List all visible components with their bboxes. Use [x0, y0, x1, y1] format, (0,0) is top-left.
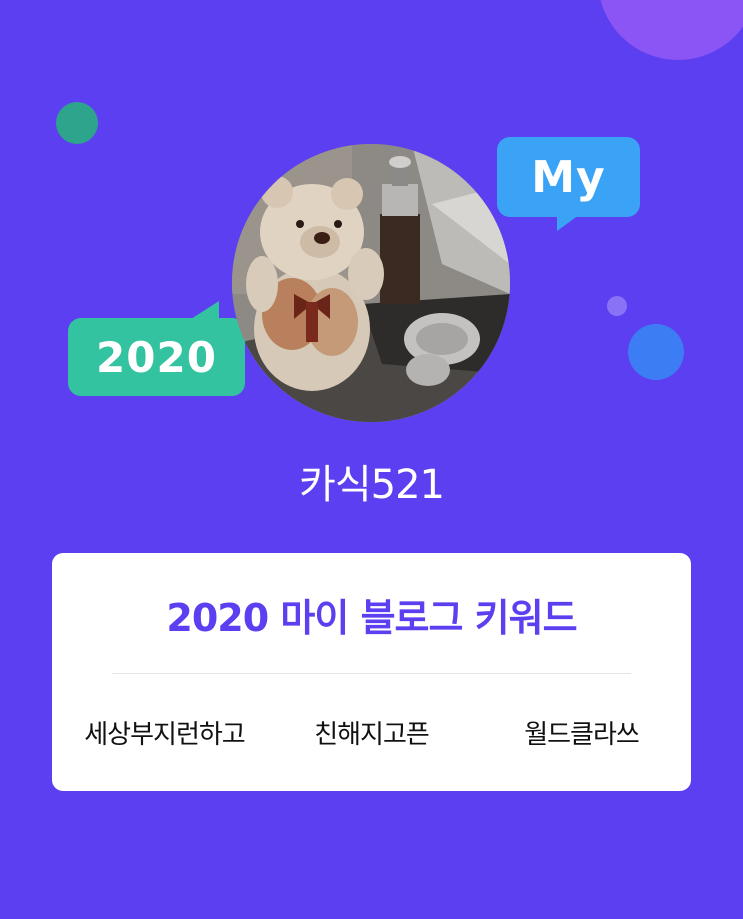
my-bubble-label: My: [531, 151, 606, 203]
decorative-circle: [607, 296, 627, 316]
profile-avatar[interactable]: [232, 144, 510, 422]
year-speech-bubble: 2020: [68, 301, 245, 396]
speech-bubble-tail: [557, 215, 579, 231]
year-bubble-label: 2020: [96, 332, 217, 382]
keyword-item: 세상부지런하고: [84, 720, 245, 750]
keywords-card-title: 2020 마이 블로그 키워드: [166, 596, 577, 640]
divider: [112, 673, 631, 674]
speech-bubble-tail: [191, 301, 219, 319]
username: 카식521: [299, 462, 445, 508]
decorative-circle: [56, 102, 98, 144]
my-speech-bubble: My: [497, 137, 640, 231]
blog-keyword-page: My 2020 카식521 2020 마이 블로그 키워드 세상부지런하고 친해…: [0, 0, 743, 919]
keywords-card: 2020 마이 블로그 키워드 세상부지런하고 친해지고픈 월드클라쓰: [52, 553, 691, 791]
teddy-bear-photo-icon: [232, 144, 510, 422]
keyword-item: 친해지고픈: [314, 720, 430, 750]
decorative-circle: [628, 324, 684, 380]
keyword-item: 월드클라쓰: [524, 720, 640, 750]
decorative-circle: [598, 0, 743, 60]
